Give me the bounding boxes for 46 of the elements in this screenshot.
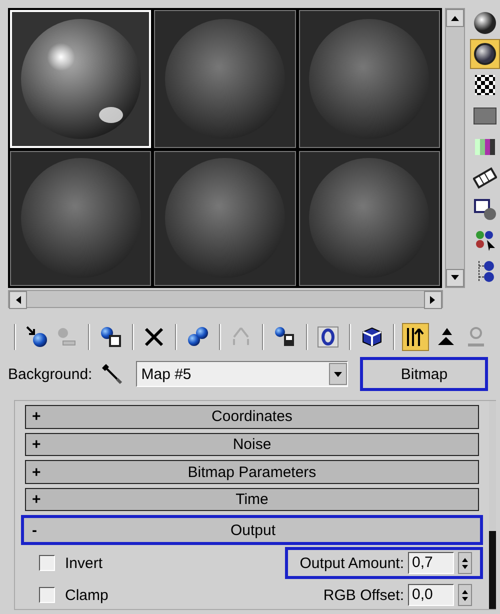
spheres-cursor-icon <box>473 228 497 252</box>
scroll-down-button[interactable] <box>446 269 464 287</box>
dropdown-arrow-icon <box>333 370 344 378</box>
rollout-header[interactable]: + Time <box>25 488 479 512</box>
checkbox[interactable] <box>39 555 55 572</box>
horizontal-scrollbar[interactable] <box>8 290 443 308</box>
sphere-disk-icon <box>272 325 297 349</box>
map-type-button[interactable]: Bitmap <box>360 357 488 391</box>
vertical-scrollbar[interactable] <box>445 8 465 288</box>
field-label: RGB Offset: <box>323 586 404 604</box>
map-dropdown[interactable]: Map #5 <box>136 361 348 387</box>
checkbox-label: Invert <box>65 554 104 572</box>
spinner-arrows-icon <box>461 556 469 570</box>
window-sphere-icon <box>473 197 497 221</box>
spinner-field[interactable]: 0,0 <box>408 584 454 606</box>
down-arrow-icon <box>450 274 460 282</box>
left-arrow-icon <box>14 295 22 305</box>
checker-icon <box>473 73 497 97</box>
sphere-arrow-icon <box>24 325 49 349</box>
toolbar-button[interactable] <box>402 323 430 351</box>
background-label: Background: <box>8 366 92 382</box>
checkbox[interactable] <box>39 587 55 604</box>
checkbox-label: Clamp <box>65 586 110 604</box>
scroll-up-button[interactable] <box>446 9 464 27</box>
panel-scrollbar[interactable] <box>489 401 496 609</box>
scroll-left-button[interactable] <box>9 291 27 309</box>
spinner-button[interactable] <box>458 584 472 606</box>
up-arrow-icon <box>450 14 460 22</box>
scroll-right-button[interactable] <box>424 291 442 309</box>
spinner-field[interactable]: 0,7 <box>408 552 454 574</box>
sphere-icon <box>473 11 497 35</box>
rollout-header[interactable]: + Bitmap Parameters <box>25 460 479 484</box>
right-arrow-icon <box>429 295 437 305</box>
spheres-icon <box>186 325 210 349</box>
backlight-sphere-icon <box>473 42 497 66</box>
rollout-header[interactable]: + Noise <box>25 432 479 456</box>
rollout-header[interactable]: + Coordinates <box>25 405 479 429</box>
spinner-button[interactable] <box>458 552 472 574</box>
rollout-header[interactable]: - Output <box>21 515 483 546</box>
sphere-box-icon <box>98 325 123 349</box>
eyedropper-icon <box>100 362 124 386</box>
spinner-arrows-icon <box>461 588 469 602</box>
ring-icon <box>316 325 340 349</box>
side-tool-button[interactable] <box>470 39 500 69</box>
cube-icon <box>360 325 384 349</box>
field-label: Output Amount: <box>300 554 404 572</box>
